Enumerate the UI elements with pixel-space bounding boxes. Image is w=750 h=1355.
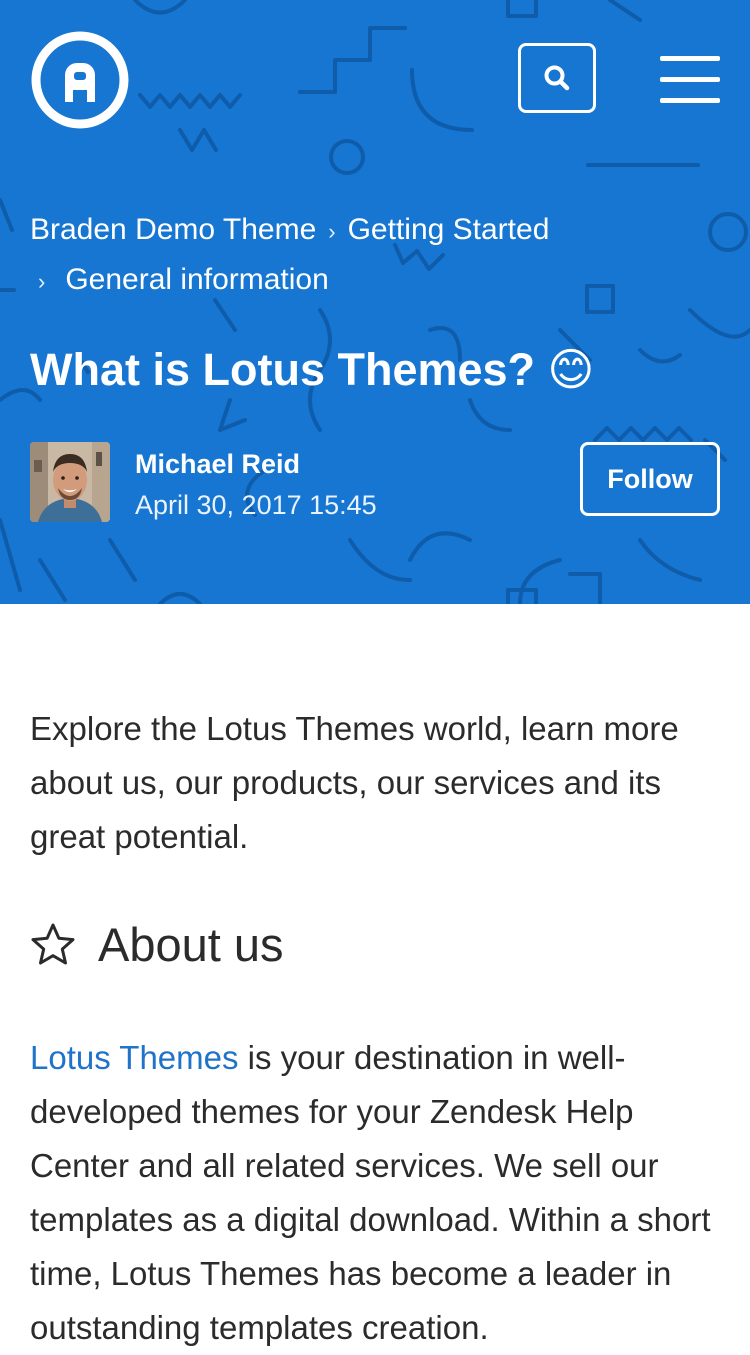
hamburger-menu-icon[interactable] [660, 56, 720, 104]
section-heading-text: About us [98, 918, 284, 971]
breadcrumb-item-home[interactable]: Braden Demo Theme [30, 213, 316, 246]
lotus-themes-link[interactable]: Lotus Themes [30, 1039, 239, 1076]
article-date: April 30, 2017 15:45 [135, 490, 377, 520]
author-avatar[interactable] [30, 442, 110, 522]
star-outline-icon [31, 923, 75, 965]
follow-button[interactable]: Follow [580, 442, 720, 516]
body-text: is your destination in well-developed th… [30, 1039, 711, 1346]
search-icon [544, 65, 570, 91]
author-name[interactable]: Michael Reid [135, 447, 300, 481]
breadcrumb-item-category[interactable]: Getting Started [348, 213, 550, 246]
site-logo[interactable] [30, 30, 130, 130]
breadcrumb-item-section[interactable]: General information [65, 263, 328, 296]
article-body: Lotus Themes is your destination in well… [30, 1031, 720, 1355]
article-hero: Braden Demo Theme › Getting Started › Gener… [0, 0, 750, 604]
article-intro: Explore the Lotus Themes world, learn mo… [30, 710, 679, 855]
breadcrumb-separator: › [328, 219, 336, 244]
search-button[interactable] [518, 43, 596, 113]
page-title: What is Lotus Themes? 😊 [30, 344, 595, 395]
logo-icon [31, 31, 129, 129]
section-heading: About us [30, 912, 284, 978]
breadcrumb: Braden Demo Theme › Getting Started › Gener… [30, 206, 710, 306]
avatar-image [30, 442, 110, 522]
breadcrumb-separator: › [38, 269, 46, 294]
